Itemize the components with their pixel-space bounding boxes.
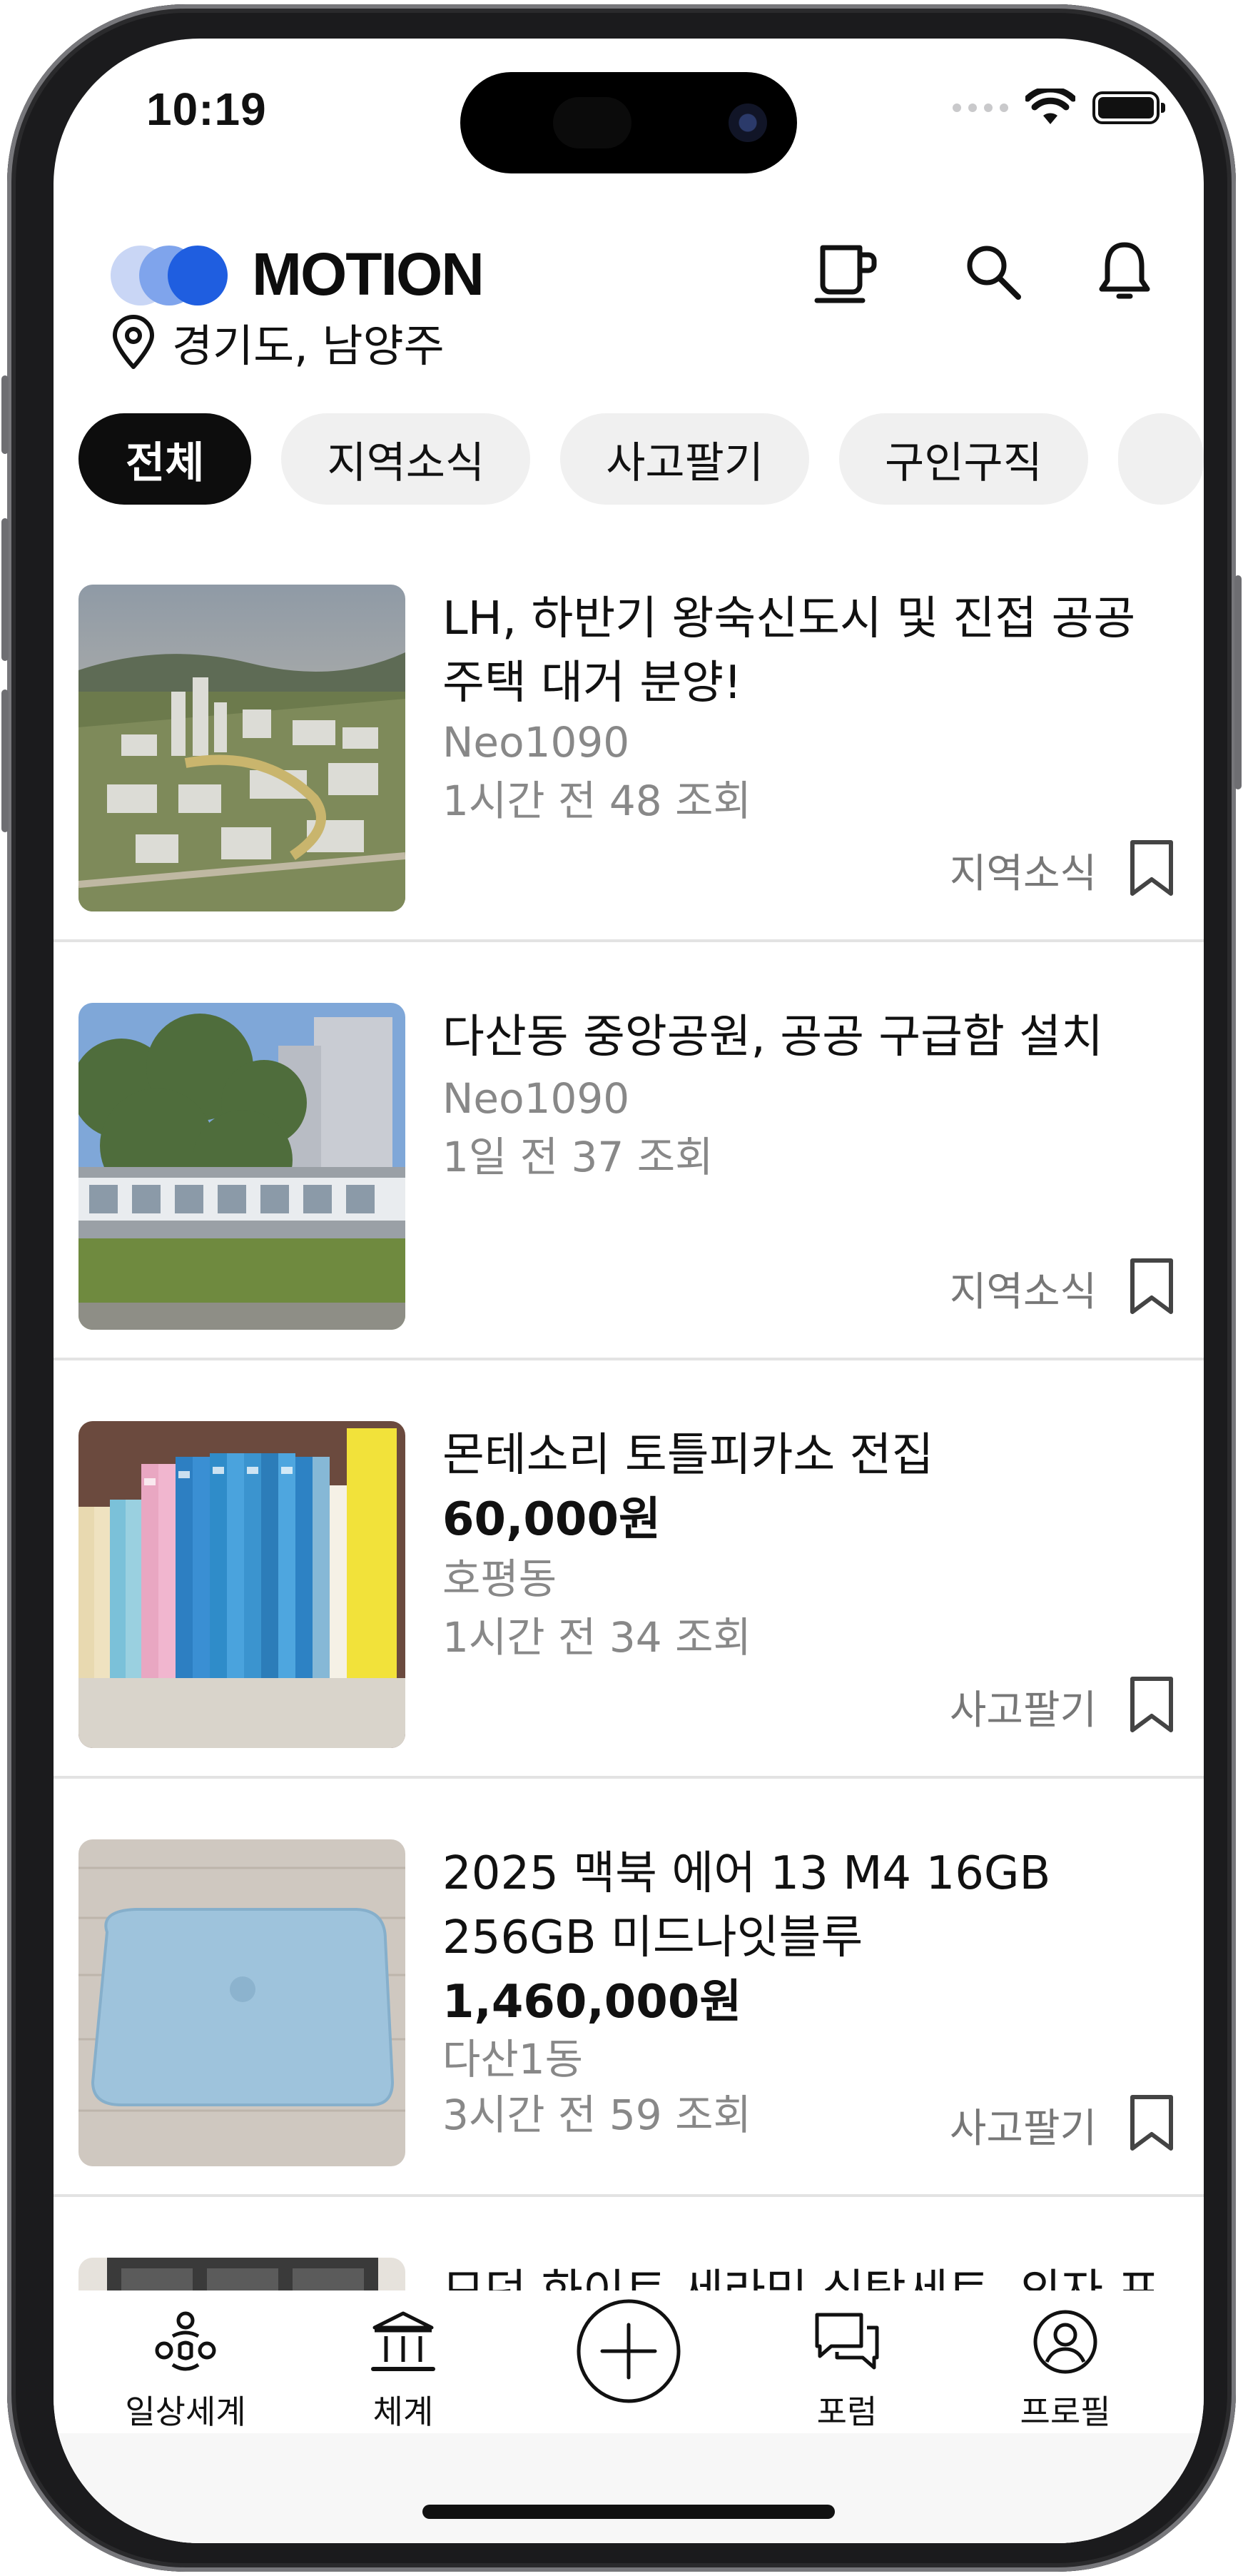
post-category: 지역소식 — [949, 851, 1097, 897]
chip-buy-sell[interactable]: 사고팔기 — [560, 413, 810, 505]
tab-label: 체계 — [372, 2393, 434, 2431]
action-button — [1, 375, 9, 454]
home-indicator[interactable] — [422, 2505, 835, 2519]
post-thumbnail — [78, 585, 405, 911]
post-thumbnail — [78, 1421, 405, 1748]
post-author: Neo1090 — [442, 1074, 630, 1123]
chip-local-news[interactable]: 지역소식 — [281, 413, 531, 505]
chip-all[interactable]: 전체 — [78, 413, 252, 505]
post-title: 모던 화이트 세라믹 식탁세트, 의자 포 — [442, 2260, 1177, 2290]
tab-daily-world[interactable]: 일상세계 — [93, 2290, 278, 2433]
add-post-button[interactable] — [536, 2290, 721, 2433]
institution-icon — [371, 2311, 435, 2371]
tab-label: 포럼 — [816, 2393, 878, 2431]
post-item[interactable]: 2025 맥북 에어 13 M4 16GB 256GB 미드나잇블루 1,460… — [54, 1779, 1204, 2197]
post-category: 사고팔기 — [949, 1687, 1097, 1734]
status-indicators — [953, 89, 1165, 127]
search-icon[interactable] — [954, 233, 1033, 311]
bookmark-icon[interactable] — [1127, 1256, 1177, 1316]
logo-text: MOTION — [252, 241, 484, 308]
community-icon — [155, 2311, 216, 2371]
chat-bubbles-icon — [815, 2313, 879, 2370]
tab-system[interactable]: 체계 — [310, 2290, 496, 2433]
wifi-icon — [1025, 89, 1075, 124]
status-time: 10:19 — [146, 84, 267, 135]
post-title: 다산동 중앙공원, 공공 구급함 설치 — [442, 1011, 1104, 1064]
post-feed[interactable]: LH, 하반기 왕숙신도시 및 진접 공공 주택 대거 분양! Neo1090 … — [54, 524, 1204, 2290]
app-header: MOTION — [54, 203, 1204, 317]
post-title: 2025 맥북 에어 13 M4 16GB 256GB 미드나잇블루 — [442, 1847, 1051, 1964]
chip-more[interactable] — [1117, 413, 1204, 505]
tab-label: 일상세계 — [125, 2393, 246, 2431]
phone-frame: 10:19 MOTION 경기도, 남양주 전체 지역소식 사고팔기 구인구직 … — [1, 4, 1242, 2572]
add-circle-icon — [577, 2299, 681, 2403]
post-author: 다산1동 — [442, 2035, 583, 2083]
logo-mark-icon — [111, 243, 246, 307]
post-price: 60,000원 — [442, 1493, 661, 1546]
volume-down-button — [1, 690, 9, 832]
battery-icon — [1092, 91, 1165, 124]
app-logo[interactable]: MOTION — [111, 240, 484, 309]
post-meta: 3시간 전 59 조회 — [442, 2091, 751, 2139]
bookmark-icon[interactable] — [1127, 838, 1177, 898]
chip-jobs[interactable]: 구인구직 — [839, 413, 1088, 505]
post-author: Neo1090 — [442, 718, 630, 767]
post-item[interactable]: 몬테소리 토틀피카소 전집 60,000원 호평동 1시간 전 34 조회 사고… — [54, 1360, 1204, 1779]
location-selector[interactable]: 경기도, 남양주 — [111, 310, 445, 374]
post-author: 호평동 — [442, 1555, 557, 1603]
post-item[interactable]: 다산동 중앙공원, 공공 구급함 설치 Neo1090 1일 전 37 조회 지… — [54, 942, 1204, 1360]
post-thumbnail — [78, 1839, 405, 2166]
post-meta: 1시간 전 34 조회 — [442, 1613, 751, 1662]
bookmark-icon[interactable] — [1127, 2093, 1177, 2153]
tab-profile[interactable]: 프로필 — [973, 2290, 1158, 2433]
app-screen: 10:19 MOTION 경기도, 남양주 전체 지역소식 사고팔기 구인구직 … — [54, 39, 1204, 2543]
post-title: LH, 하반기 왕숙신도시 및 진접 공공 주택 대거 분양! — [442, 592, 1136, 709]
post-meta: 1일 전 37 조회 — [442, 1133, 714, 1181]
cup-icon[interactable] — [806, 233, 885, 311]
post-category: 지역소식 — [949, 1269, 1097, 1315]
profile-icon — [1033, 2310, 1097, 2374]
map-pin-icon — [113, 315, 154, 369]
location-text: 경기도, 남양주 — [172, 320, 445, 372]
post-category: 사고팔기 — [949, 2106, 1097, 2152]
post-title: 몬테소리 토틀피카소 전집 — [442, 1429, 934, 1482]
post-thumbnail — [78, 2258, 405, 2290]
camera-icon — [729, 103, 767, 142]
cellular-signal-icon — [953, 103, 1008, 112]
tab-label: 프로필 — [1020, 2393, 1111, 2431]
post-thumbnail — [78, 1003, 405, 1330]
power-button — [1234, 575, 1242, 789]
category-chips: 전체 지역소식 사고팔기 구인구직 — [78, 413, 1204, 506]
tab-forum[interactable]: 포럼 — [754, 2290, 940, 2433]
post-price: 1,460,000원 — [442, 1976, 742, 2029]
dynamic-island — [460, 72, 797, 173]
post-meta: 1시간 전 48 조회 — [442, 777, 751, 825]
post-item[interactable]: LH, 하반기 왕숙신도시 및 진접 공공 주택 대거 분양! Neo1090 … — [54, 524, 1204, 942]
bell-icon[interactable] — [1085, 233, 1164, 311]
volume-up-button — [1, 518, 9, 661]
post-item[interactable]: 모던 화이트 세라믹 식탁세트, 의자 포 — [54, 2197, 1204, 2290]
bookmark-icon[interactable] — [1127, 1675, 1177, 1734]
